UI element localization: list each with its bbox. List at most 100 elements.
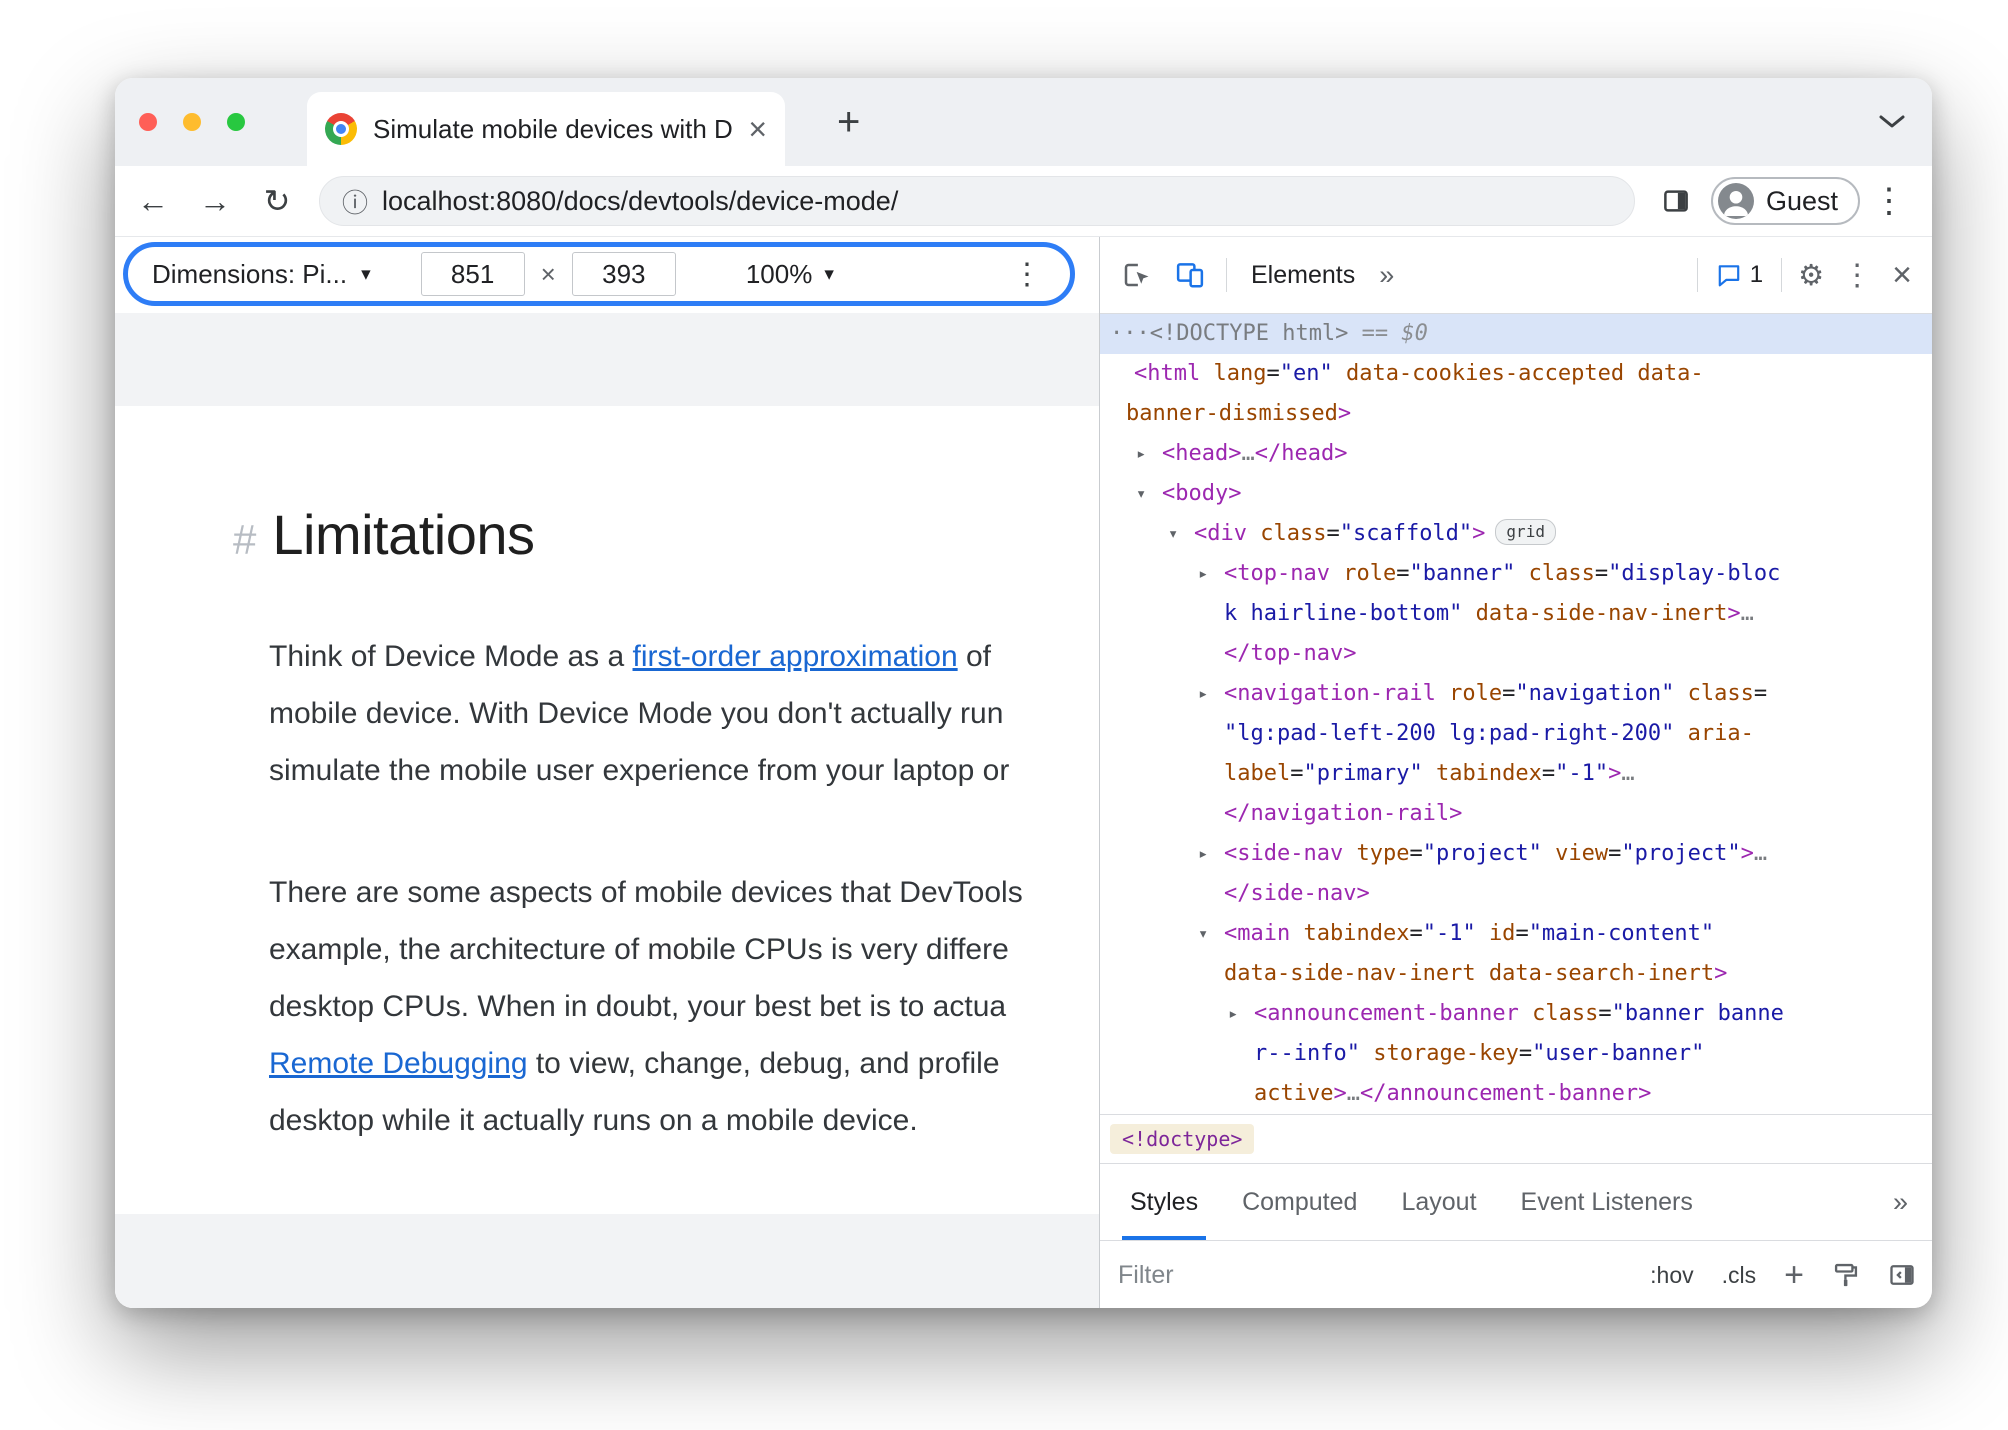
doc-link[interactable]: Remote Debugging — [269, 1047, 528, 1080]
more-tabs-chevron[interactable]: » — [1877, 1187, 1924, 1218]
settings-gear-icon[interactable]: ⚙ — [1792, 258, 1830, 293]
expand-arrow-icon[interactable]: ▸ — [1198, 834, 1208, 874]
expand-arrow-icon[interactable]: ▸ — [1198, 674, 1208, 714]
browser-menu-icon[interactable]: ⋮ — [1860, 181, 1918, 221]
back-button[interactable]: ← — [129, 177, 177, 225]
close-window-button[interactable] — [139, 113, 157, 131]
collapse-arrow-icon[interactable]: ▾ — [1198, 914, 1208, 954]
elements-tree-node[interactable]: ▾ <div class="scaffold"> grid — [1100, 514, 1932, 554]
elements-tree-node[interactable]: ▸ <side-nav type="project" view="project"… — [1100, 834, 1932, 874]
tab-elements[interactable]: Elements — [1239, 261, 1367, 290]
tab-search-chevron-icon[interactable] — [1878, 78, 1906, 166]
more-panels-chevron[interactable]: » — [1373, 260, 1400, 291]
text-token: = — [1541, 761, 1556, 786]
attribute-token: view — [1555, 841, 1609, 866]
collapse-arrow-icon[interactable]: ▾ — [1168, 514, 1178, 554]
tab-close-icon[interactable]: × — [748, 113, 767, 145]
attribute-token: data-side-nav-inert — [1475, 601, 1728, 626]
breadcrumb-doctype[interactable]: <!doctype> — [1110, 1124, 1255, 1154]
toggle-sidebar-icon[interactable] — [1888, 1261, 1916, 1289]
elements-tree-node[interactable]: active>…</announcement-banner> — [1100, 1074, 1932, 1114]
elements-tree-node[interactable]: ▸ <head>…</head> — [1100, 434, 1932, 474]
styles-tab-bar: Styles Computed Layout Event Listeners » — [1100, 1163, 1932, 1240]
url-text[interactable]: localhost:8080/docs/devtools/device-mode… — [382, 186, 898, 217]
device-height-input[interactable] — [571, 252, 676, 296]
minimize-window-button[interactable] — [183, 113, 201, 131]
paragraph-line: simulate the mobile user experience from… — [269, 742, 1099, 799]
attribute-token: data-side-nav-inert — [1224, 961, 1476, 986]
expand-arrow-icon[interactable]: ▸ — [1198, 554, 1208, 594]
elements-tree-node[interactable]: </side-nav> — [1100, 874, 1932, 914]
paragraph-line: There are some aspects of mobile devices… — [269, 864, 1099, 921]
tab-layout[interactable]: Layout — [1397, 1164, 1480, 1240]
tag-token: <top-nav — [1224, 561, 1330, 586]
device-width-input[interactable] — [420, 252, 525, 296]
reload-button[interactable]: ↻ — [253, 177, 301, 225]
toggle-element-state-button[interactable]: :hov — [1650, 1262, 1693, 1289]
elements-tree-node[interactable]: ▾ <main tabindex="-1" id="main-content" — [1100, 914, 1932, 954]
elements-tree-node[interactable]: </top-nav> — [1100, 634, 1932, 674]
tag-token: > — [1740, 841, 1754, 866]
tag-token: </announcement-banner> — [1359, 1081, 1652, 1106]
inspect-element-icon[interactable] — [1112, 251, 1160, 299]
tab-computed[interactable]: Computed — [1238, 1164, 1361, 1240]
chrome-favicon-icon — [325, 113, 357, 145]
tab-styles[interactable]: Styles — [1121, 1164, 1207, 1240]
device-type-select[interactable]: Dimensions: Pi... ▾ — [152, 259, 371, 290]
forward-button[interactable]: → — [191, 177, 239, 225]
element-classes-button[interactable]: .cls — [1722, 1262, 1757, 1289]
elements-tree-node[interactable]: ▸ <announcement-banner class="banner bann… — [1100, 994, 1932, 1034]
paint-roller-icon[interactable] — [1832, 1261, 1860, 1289]
browser-toolbar: ← → ↻ ⓘ localhost:8080/docs/devtools/dev… — [115, 166, 1932, 237]
styles-filter-input[interactable] — [1116, 1259, 1623, 1291]
devtools-menu-icon[interactable]: ⋮ — [1834, 258, 1880, 293]
elements-tree-node[interactable]: r--info" storage-key="user-banner" — [1100, 1034, 1932, 1074]
device-toolbar-toggle-icon[interactable] — [1166, 251, 1214, 299]
side-panel-icon[interactable] — [1651, 176, 1701, 226]
elements-tree: ···<!DOCTYPE html> == $0 <html lang="en" … — [1100, 314, 1932, 1114]
site-info-icon[interactable]: ⓘ — [342, 183, 368, 220]
device-toolbar-menu-icon[interactable]: ⋮ — [1012, 257, 1046, 292]
elements-tree-node[interactable]: banner-dismissed> — [1100, 394, 1932, 434]
expand-arrow-icon[interactable]: ▸ — [1136, 434, 1146, 474]
heading-anchor-hash[interactable]: # — [233, 516, 256, 564]
expand-arrow-icon[interactable]: ▸ — [1228, 994, 1238, 1034]
elements-tree-node[interactable]: ▾ <body> — [1100, 474, 1932, 514]
guest-avatar-icon — [1717, 183, 1754, 219]
new-tab-button[interactable]: + — [827, 78, 870, 166]
ellipsis-token: … — [1753, 841, 1768, 866]
elements-tree-node[interactable]: <html lang="en" data-cookies-accepted da… — [1100, 354, 1932, 394]
doc-link[interactable]: first-order approximation — [633, 640, 958, 673]
dimensions-multiply-sign: × — [540, 258, 556, 289]
new-style-rule-button[interactable]: + — [1784, 1256, 1804, 1295]
zoom-select[interactable]: 100% ▾ — [746, 259, 834, 290]
elements-tree-node[interactable]: </navigation-rail> — [1100, 794, 1932, 834]
grid-adorner-badge[interactable]: grid — [1495, 519, 1556, 545]
devtools-close-icon[interactable]: × — [1884, 258, 1920, 292]
profile-button[interactable]: Guest — [1710, 177, 1860, 225]
issues-counter[interactable]: 1 — [1708, 261, 1771, 289]
collapse-arrow-icon[interactable]: ▾ — [1136, 474, 1146, 514]
tab-event-listeners[interactable]: Event Listeners — [1517, 1164, 1697, 1240]
emulated-page: # Limitations Think of Device Mode as a … — [115, 406, 1099, 1214]
address-bar[interactable]: ⓘ localhost:8080/docs/devtools/device-mo… — [319, 176, 1635, 226]
elements-tree-node[interactable]: "lg:pad-left-200 lg:pad-right-200" aria- — [1100, 714, 1932, 754]
devtools-panel: Elements » 1 ⚙ ⋮ × ···<!DOCTYPE html> ==… — [1099, 237, 1932, 1308]
elements-tree-node[interactable]: k hairline-bottom" data-side-nav-inert>… — [1100, 594, 1932, 634]
elements-tree-node[interactable]: label="primary" tabindex="-1">… — [1100, 754, 1932, 794]
elements-tree-node[interactable]: ▸ <top-nav role="banner" class="display-b… — [1100, 554, 1932, 594]
attribute-token: storage-key — [1373, 1041, 1519, 1066]
elements-tree-node[interactable]: ▸ <navigation-rail role="navigation" clas… — [1100, 674, 1932, 714]
elements-tree-node[interactable]: ···<!DOCTYPE html> == $0 — [1100, 314, 1932, 354]
ellipsis-token: … — [1621, 761, 1635, 786]
elements-tree-node[interactable]: data-side-nav-inert data-search-inert> — [1100, 954, 1932, 994]
tag-token: <head> — [1162, 441, 1242, 466]
text-token: = — [1515, 921, 1529, 946]
browser-tab[interactable]: Simulate mobile devices with D × — [307, 92, 785, 166]
fullscreen-window-button[interactable] — [227, 113, 245, 131]
text-token: = — [1608, 841, 1622, 866]
text-token: = — [1753, 681, 1768, 706]
